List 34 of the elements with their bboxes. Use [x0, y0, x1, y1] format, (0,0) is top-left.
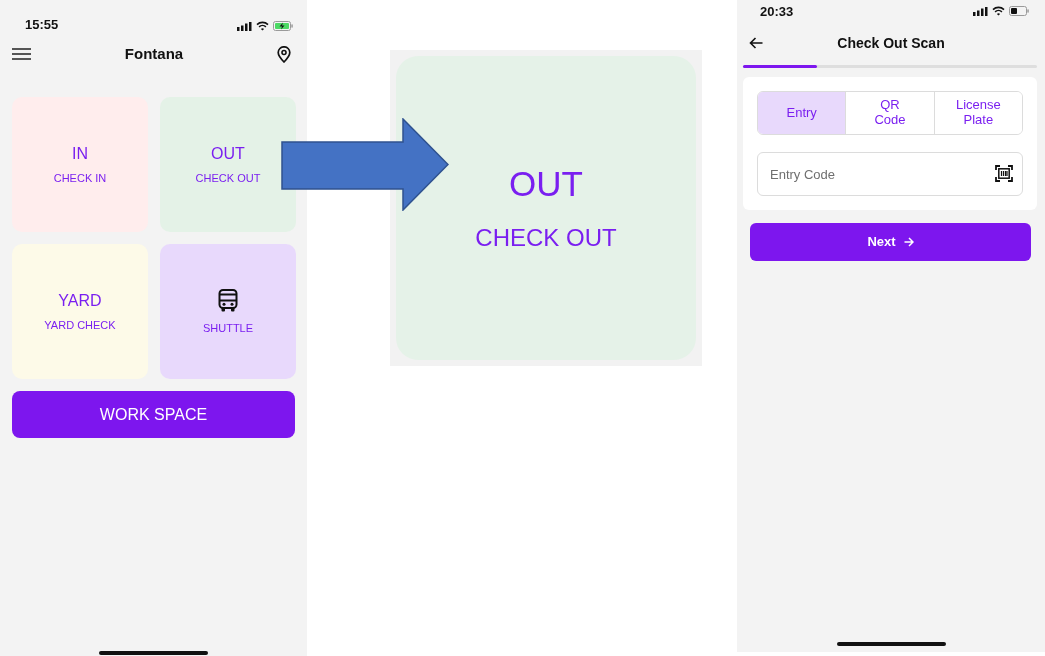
back-arrow-icon[interactable] — [749, 37, 763, 49]
location-pin-icon[interactable] — [277, 45, 291, 63]
workspace-button[interactable]: WORK SPACE — [12, 391, 295, 438]
menu-tile[interactable]: YARD YARD CHECK — [12, 244, 148, 379]
next-button[interactable]: Next — [750, 223, 1031, 261]
tile-label: SHUTTLE — [202, 321, 254, 335]
entry-code-field[interactable]: Entry Code — [757, 152, 1023, 196]
menu-tile[interactable]: OUT CHECK OUT — [160, 97, 296, 232]
wifi-icon — [992, 6, 1005, 16]
tile-label: CHECK IN — [53, 172, 107, 185]
tile-label: CHECK OUT — [195, 172, 261, 185]
wifi-icon — [256, 21, 269, 31]
segment-tab[interactable]: Entry — [758, 92, 846, 134]
tile-label: CHECK OUT — [475, 225, 617, 252]
tile-label: YARD CHECK — [44, 319, 116, 332]
signal-icon — [973, 6, 988, 16]
menu-tile[interactable]: IN CHECK IN — [12, 97, 148, 232]
bus-icon — [218, 288, 238, 312]
tile-title: IN — [72, 144, 88, 163]
barcode-scan-icon[interactable] — [995, 165, 1013, 182]
tile-title: OUT — [509, 164, 583, 204]
tile-title: YARD — [58, 291, 102, 310]
battery-charging-icon — [273, 21, 293, 31]
menu-icon[interactable] — [12, 48, 31, 60]
signal-icon — [237, 21, 252, 31]
battery-icon — [1009, 6, 1029, 16]
menu-tile[interactable]: SHUTTLE — [160, 244, 296, 379]
tile-title: OUT — [211, 144, 245, 163]
header-title: Fontana — [124, 43, 184, 64]
header-title: Check Out Scan — [837, 33, 945, 53]
segment-tab[interactable]: License Plate — [933, 92, 1022, 134]
arrow-right-icon — [903, 237, 914, 247]
status-time: 20:33 — [760, 4, 794, 18]
status-time: 15:55 — [25, 18, 59, 31]
